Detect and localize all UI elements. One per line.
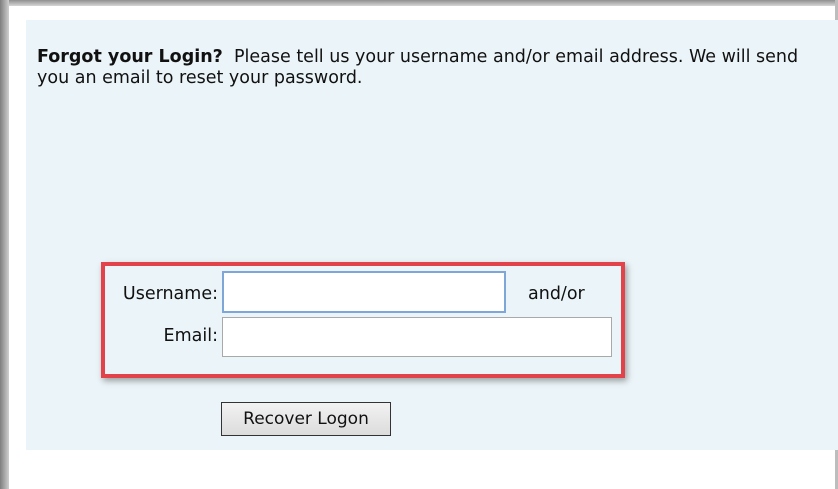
intro-text: Forgot your Login? Please tell us your u… — [37, 47, 807, 89]
screenshot-frame-left — [0, 0, 9, 489]
email-label: Email: — [163, 326, 218, 346]
recover-logon-button[interactable]: Recover Logon — [221, 402, 391, 436]
username-label: Username: — [122, 284, 218, 304]
intro-lead: Forgot your Login? — [37, 47, 223, 67]
username-input[interactable] — [222, 271, 506, 313]
screenshot-frame-top — [0, 0, 838, 6]
email-input[interactable] — [222, 317, 612, 357]
and-or-label: and/or — [528, 284, 585, 304]
